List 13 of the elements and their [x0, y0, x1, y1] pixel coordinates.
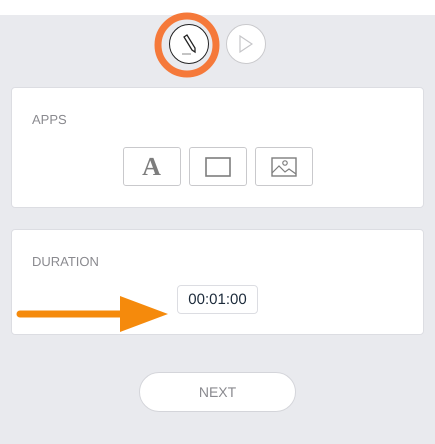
duration-field[interactable]: 00:01:00 — [177, 285, 258, 314]
text-app-button[interactable]: A — [122, 147, 180, 186]
play-icon — [239, 35, 253, 53]
highlight-ring — [152, 10, 222, 80]
edit-button[interactable] — [169, 24, 209, 64]
section-title: APPS — [31, 111, 68, 128]
rectangle-icon — [204, 156, 230, 176]
shape-app-button[interactable] — [188, 147, 246, 186]
arrow-icon — [16, 294, 170, 334]
next-button[interactable]: NEXT — [139, 372, 296, 412]
image-icon — [270, 156, 296, 176]
image-app-button[interactable] — [254, 147, 312, 186]
section-title: DURATION — [31, 253, 100, 270]
